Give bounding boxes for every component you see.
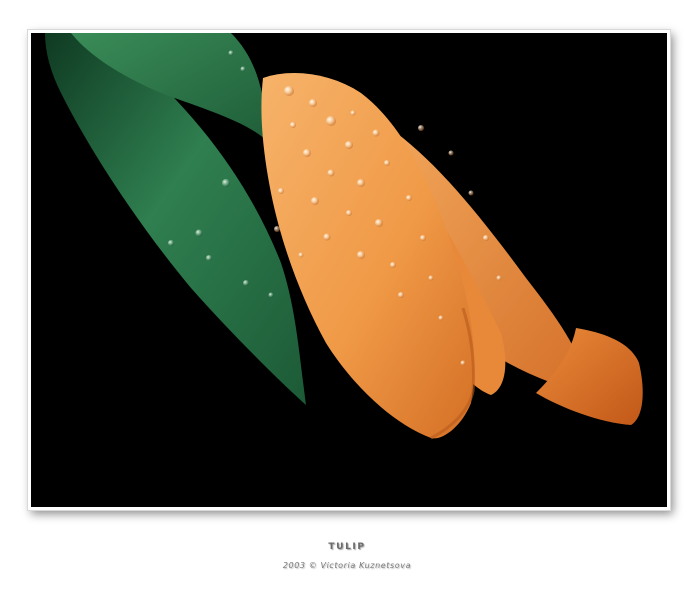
photo-frame	[28, 30, 670, 510]
photo-credit: 2003 © Victoria Kuznetsova	[282, 561, 412, 570]
photo-title: TULIP	[328, 542, 366, 552]
tulip-photo	[31, 33, 667, 507]
